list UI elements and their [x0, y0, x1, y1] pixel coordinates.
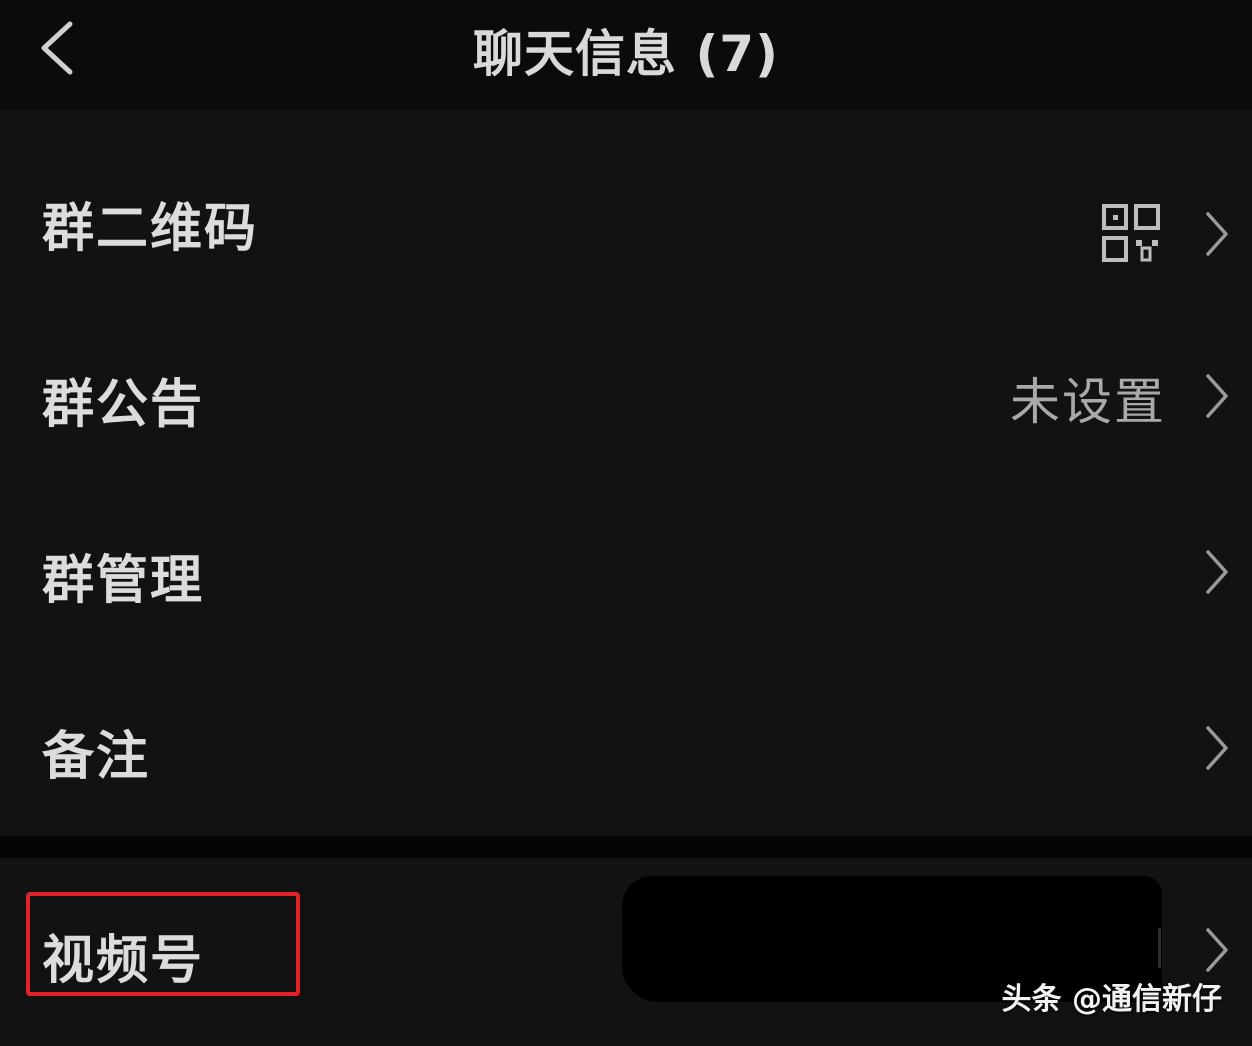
watermark: 头条 @通信新仔: [1001, 982, 1222, 1017]
group-announcement-label: 群公告: [42, 375, 205, 435]
section-divider: [0, 836, 1252, 858]
channels-label: 视频号: [42, 931, 205, 991]
settings-group: 群二维码 群公告 未设置 群管理 备注: [0, 110, 1252, 836]
chevron-right-icon: [1206, 550, 1228, 594]
group-management-label: 群管理: [42, 551, 205, 611]
group-qr-code-row[interactable]: 群二维码: [0, 128, 1252, 304]
group-announcement-row[interactable]: 群公告 未设置: [0, 304, 1252, 480]
chevron-right-icon: [1206, 212, 1228, 256]
chevron-right-icon: [1206, 928, 1228, 972]
divider-mark: [1158, 928, 1161, 968]
qr-code-icon: [1102, 204, 1160, 262]
group-management-row[interactable]: 群管理: [0, 480, 1252, 656]
remark-row[interactable]: 备注: [0, 656, 1252, 832]
group-qr-code-label: 群二维码: [42, 199, 259, 259]
nav-header: 聊天信息 (7): [0, 0, 1252, 110]
chevron-right-icon: [1206, 726, 1228, 770]
chevron-right-icon: [1206, 374, 1228, 418]
remark-label: 备注: [42, 727, 151, 787]
page-title: 聊天信息 (7): [473, 25, 779, 83]
group-announcement-value: 未设置: [1010, 373, 1166, 431]
